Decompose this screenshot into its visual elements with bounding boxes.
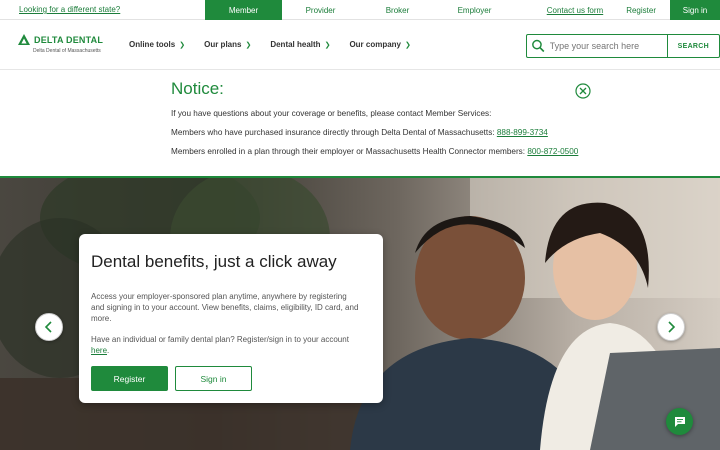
notice-line: If you have questions about your coverag… [171, 109, 492, 118]
sign-in-outline-button[interactable]: Sign in [175, 366, 252, 391]
nav-our-company[interactable]: Our company ❯ [349, 40, 410, 49]
phone-link[interactable]: 888-899-3734 [497, 128, 548, 137]
notice-text: Members who have purchased insurance dir… [171, 128, 497, 137]
tab-employer[interactable]: Employer [436, 0, 513, 20]
nav-online-tools[interactable]: Online tools ❯ [129, 40, 185, 49]
hero-individual-plan-text: Have an individual or family dental plan… [91, 334, 361, 356]
search-input[interactable] [549, 41, 667, 51]
search-icon [532, 39, 545, 53]
notice-line: Members who have purchased insurance dir… [171, 128, 591, 138]
close-circle-icon[interactable] [575, 83, 591, 99]
hero-carousel: Dental benefits, just a click away Acces… [0, 178, 720, 450]
chat-button[interactable] [666, 408, 693, 435]
tab-member[interactable]: Member [205, 0, 282, 20]
chevron-left-icon [44, 321, 52, 333]
hero-description: Access your employer-sponsored plan anyt… [91, 292, 359, 323]
chevron-down-icon: ❯ [324, 41, 331, 49]
chat-bubble-icon [674, 416, 685, 427]
phone-link[interactable]: 800-872-0500 [527, 147, 578, 156]
utility-bar: Looking for a different state? Member Pr… [0, 0, 720, 20]
register-link[interactable]: Register [626, 6, 656, 15]
nav-label: Online tools [129, 40, 176, 49]
tab-provider[interactable]: Provider [282, 0, 359, 20]
main-header: DELTA DENTAL Delta Dental of Massachuset… [0, 20, 720, 70]
top-right-links: Contact us form Register Sign in [547, 0, 720, 20]
hero-text-end: . [107, 346, 110, 355]
register-button[interactable]: Register [91, 366, 168, 391]
here-link[interactable]: here [91, 346, 107, 355]
chevron-down-icon: ❯ [245, 41, 252, 49]
search-button[interactable]: SEARCH [666, 35, 719, 57]
nav-dental-health[interactable]: Dental health ❯ [270, 40, 330, 49]
nav-label: Dental health [270, 40, 321, 49]
main-nav: Online tools ❯ Our plans ❯ Dental health ❯ … [129, 40, 430, 49]
notice-banner: Notice: If you have questions about your… [0, 71, 720, 178]
delta-dental-logo[interactable]: DELTA DENTAL Delta Dental of Massachuset… [18, 34, 113, 60]
logo-name: DELTA DENTAL [34, 34, 104, 45]
different-state-link[interactable]: Looking for a different state? [19, 5, 120, 14]
nav-label: Our plans [204, 40, 242, 49]
hero-text: Have an individual or family dental plan… [91, 335, 349, 344]
notice-text: Members enrolled in a plan through their… [171, 147, 528, 156]
chevron-down-icon: ❯ [179, 41, 186, 49]
chevron-down-icon: ❯ [405, 41, 411, 49]
tab-broker[interactable]: Broker [359, 0, 436, 20]
delta-triangle-icon [18, 34, 30, 45]
search-box: SEARCH [526, 34, 720, 58]
chevron-right-icon [668, 321, 676, 333]
carousel-prev-button[interactable] [35, 313, 63, 341]
audience-tabs: Member Provider Broker Employer [205, 0, 513, 20]
notice-title: Notice: [171, 79, 224, 98]
nav-label: Our company [349, 40, 402, 49]
carousel-next-button[interactable] [657, 313, 685, 341]
sign-in-button[interactable]: Sign in [670, 0, 720, 20]
hero-title: Dental benefits, just a click away [91, 252, 337, 271]
notice-line: Members enrolled in a plan through their… [171, 147, 591, 157]
logo-subtitle: Delta Dental of Massachusetts [33, 48, 101, 54]
hero-card: Dental benefits, just a click away Acces… [79, 234, 383, 403]
contact-us-link[interactable]: Contact us form [547, 6, 603, 15]
nav-our-plans[interactable]: Our plans ❯ [204, 40, 251, 49]
